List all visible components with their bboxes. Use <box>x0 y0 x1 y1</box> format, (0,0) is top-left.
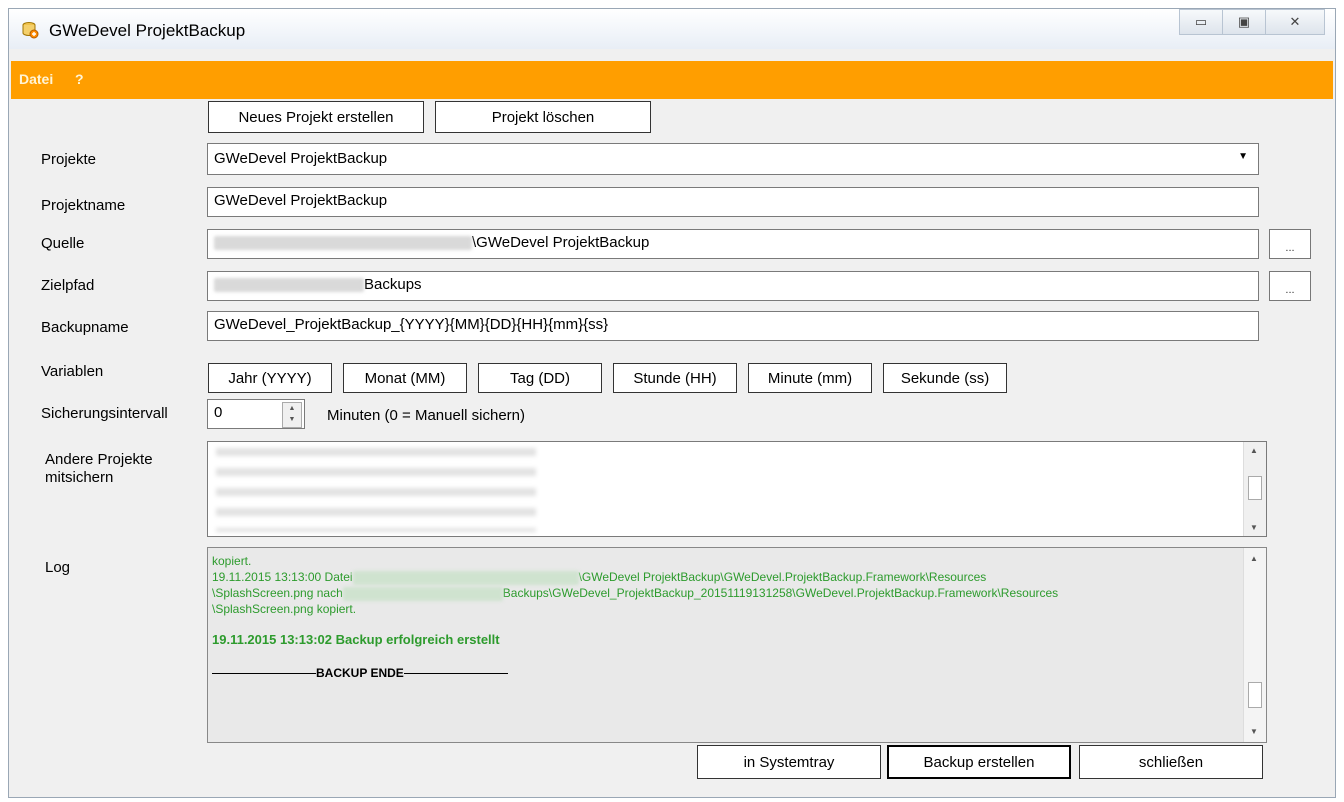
interval-label: Sicherungsintervall <box>41 405 168 422</box>
target-path-text: Backups <box>364 276 422 293</box>
backupname-label: Backupname <box>41 319 129 336</box>
log-line: \SplashScreen.png kopiert. <box>212 602 357 616</box>
log-line: \SplashScreen.png nach Backups\GWeDevel_P… <box>212 586 1059 601</box>
redacted-project-list <box>216 448 536 532</box>
other-projects-label: Andere Projekte mitsichern <box>45 451 153 487</box>
source-input[interactable]: \GWeDevel ProjektBackup <box>207 229 1259 259</box>
projects-dropdown[interactable]: GWeDevel ProjektBackup ▼ <box>207 143 1259 175</box>
variable-year-button[interactable]: Jahr (YYYY) <box>208 363 332 393</box>
target-input[interactable]: Backups <box>207 271 1259 301</box>
maximize-icon: ▣ <box>1237 14 1251 29</box>
close-button[interactable]: schließen <box>1079 745 1263 779</box>
interval-hint: Minuten (0 = Manuell sichern) <box>327 407 526 424</box>
app-window: GWeDevel ProjektBackup ▭ ▣ ✕ Datei ? Neu… <box>8 8 1336 798</box>
other-projects-scrollbar[interactable]: ▲ ▼ <box>1243 442 1266 536</box>
log-output[interactable]: kopiert. 19.11.2015 13:13:00 Datei \GWeDe… <box>207 547 1267 743</box>
log-end-marker: BACKUP ENDE <box>212 666 508 680</box>
delete-project-button[interactable]: Projekt löschen <box>435 101 651 133</box>
other-projects-list[interactable]: ▲ ▼ <box>207 441 1267 537</box>
source-label: Quelle <box>41 235 85 252</box>
other-projects-label-line2: mitsichern <box>45 469 114 486</box>
scroll-thumb[interactable] <box>1248 682 1262 708</box>
minimize-icon: ▭ <box>1194 14 1208 29</box>
variable-minute-button[interactable]: Minute (mm) <box>748 363 872 393</box>
browse-source-button[interactable]: ... <box>1269 229 1311 259</box>
target-label: Zielpfad <box>41 277 95 294</box>
projectname-label: Projektname <box>41 197 126 214</box>
variable-hour-button[interactable]: Stunde (HH) <box>613 363 737 393</box>
window-title: GWeDevel ProjektBackup <box>49 21 246 40</box>
log-success-line: 19.11.2015 13:13:02 Backup erfolgreich e… <box>212 632 500 647</box>
variable-second-button[interactable]: Sekunde (ss) <box>883 363 1007 393</box>
log-line: kopiert. <box>212 554 252 568</box>
menu-help[interactable]: ? <box>75 71 84 87</box>
log-scrollbar[interactable]: ▲ ▼ <box>1243 548 1266 742</box>
chevron-down-icon: ▼ <box>1238 151 1248 162</box>
scroll-down-icon[interactable]: ▼ <box>1250 523 1258 532</box>
log-label: Log <box>45 559 71 576</box>
backupname-input[interactable]: GWeDevel_ProjektBackup_{YYYY}{MM}{DD}{HH… <box>207 311 1259 341</box>
spin-arrows-icon[interactable]: ▲ ▼ <box>282 402 302 428</box>
variables-label: Variablen <box>41 363 104 380</box>
new-project-button[interactable]: Neues Projekt erstellen <box>208 101 424 133</box>
other-projects-label-line1: Andere Projekte <box>45 451 153 468</box>
title-bar: GWeDevel ProjektBackup ▭ ▣ ✕ <box>9 9 1335 49</box>
create-backup-button[interactable]: Backup erstellen <box>887 745 1071 779</box>
interval-value: 0 <box>214 404 223 421</box>
scroll-down-icon[interactable]: ▼ <box>1250 727 1258 736</box>
menu-bar: Datei ? <box>11 61 1333 99</box>
systemtray-button[interactable]: in Systemtray <box>697 745 881 779</box>
projects-label: Projekte <box>41 151 97 168</box>
projects-selected-value: GWeDevel ProjektBackup <box>214 150 388 167</box>
interval-stepper[interactable]: 0 ▲ ▼ <box>207 399 305 429</box>
scroll-up-icon[interactable]: ▲ <box>1250 446 1258 455</box>
redacted-path <box>214 278 364 293</box>
maximize-button[interactable]: ▣ <box>1222 9 1266 35</box>
browse-target-button[interactable]: ... <box>1269 271 1311 301</box>
scroll-thumb[interactable] <box>1248 476 1262 500</box>
menu-datei[interactable]: Datei <box>19 71 53 87</box>
app-database-icon <box>22 22 39 39</box>
projectname-input[interactable]: GWeDevel ProjektBackup <box>207 187 1259 217</box>
close-window-button[interactable]: ✕ <box>1265 9 1325 35</box>
scroll-up-icon[interactable]: ▲ <box>1250 554 1258 563</box>
source-path-text: \GWeDevel ProjektBackup <box>472 234 650 251</box>
log-line: 19.11.2015 13:13:00 Datei \GWeDevel Proje… <box>212 570 987 585</box>
minimize-button[interactable]: ▭ <box>1179 9 1223 35</box>
variable-month-button[interactable]: Monat (MM) <box>343 363 467 393</box>
close-icon: ✕ <box>1289 14 1301 29</box>
redacted-path <box>214 236 472 251</box>
variable-day-button[interactable]: Tag (DD) <box>478 363 602 393</box>
